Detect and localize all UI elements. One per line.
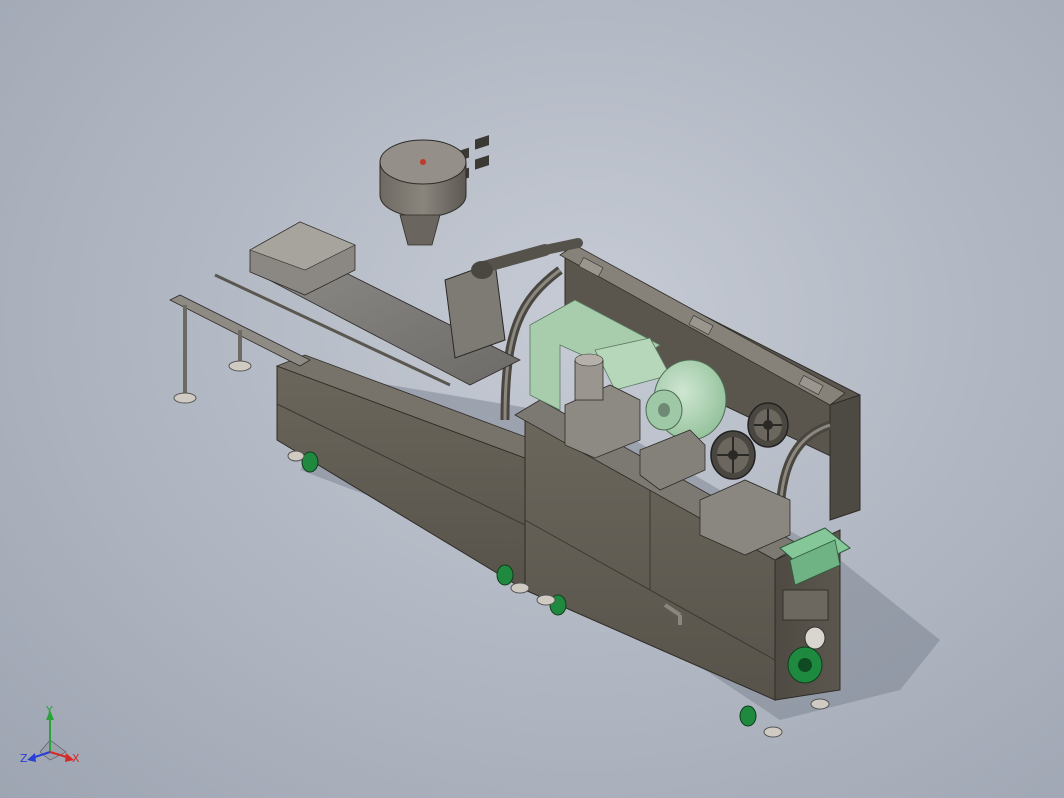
axis-triad: Y X Z (20, 704, 80, 765)
z-axis-label: Z (20, 752, 28, 765)
cad-viewport[interactable]: Y X Z (0, 0, 1064, 798)
handwheel-left[interactable] (710, 430, 756, 480)
y-axis-label: Y (45, 704, 53, 717)
feed-hopper[interactable] (379, 139, 467, 246)
handwheel-right[interactable] (747, 402, 789, 448)
x-axis-label: X (72, 752, 80, 765)
blister-machine-model[interactable] (169, 135, 861, 738)
right-end-upper-block (829, 394, 861, 521)
